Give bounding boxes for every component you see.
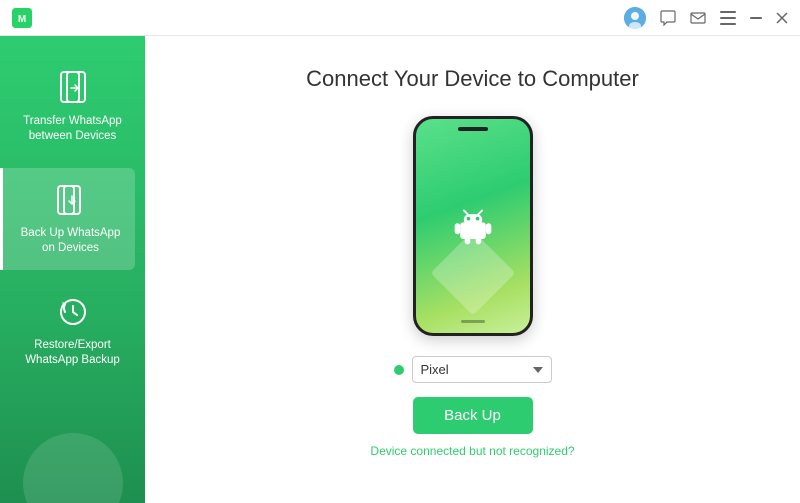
title-bar-left: M [12,8,32,28]
menu-icon[interactable] [720,11,736,25]
sidebar-item-restore[interactable]: Restore/Export WhatsApp Backup [10,280,135,382]
sidebar-item-backup-label: Back Up WhatsApp on Devices [14,226,127,256]
title-bar-right [624,7,788,29]
android-icon [451,204,495,248]
app-logo: M [12,8,32,28]
sidebar-item-backup[interactable]: Back Up WhatsApp on Devices [0,168,135,270]
phone-illustration [413,116,533,336]
sidebar-item-restore-label: Restore/Export WhatsApp Backup [18,338,127,368]
sidebar-item-transfer[interactable]: Transfer WhatsApp between Devices [10,56,135,158]
close-button[interactable] [776,12,788,24]
minimize-button[interactable] [750,17,762,19]
page-title: Connect Your Device to Computer [306,66,639,92]
sidebar: Transfer WhatsApp between Devices Back U… [0,36,145,503]
sidebar-decoration [23,433,123,503]
backup-button[interactable]: Back Up [413,397,533,434]
device-connected-message[interactable]: Device connected but not recognized? [370,444,574,458]
svg-text:M: M [18,14,26,25]
transfer-icon [55,70,91,106]
content-area: Connect Your Device to Computer [145,36,800,503]
device-select[interactable]: Pixel Nexus Samsung Huawei [412,356,552,383]
sidebar-item-transfer-label: Transfer WhatsApp between Devices [18,114,127,144]
device-selector-row: Pixel Nexus Samsung Huawei [394,356,552,383]
backup-icon [53,182,89,218]
device-status-dot [394,365,404,375]
restore-icon [55,294,91,330]
chat-icon[interactable] [660,10,676,26]
user-avatar[interactable] [624,7,646,29]
mail-icon[interactable] [690,10,706,26]
main-layout: Transfer WhatsApp between Devices Back U… [0,36,800,503]
phone-device [413,116,533,336]
title-bar: M [0,0,800,36]
